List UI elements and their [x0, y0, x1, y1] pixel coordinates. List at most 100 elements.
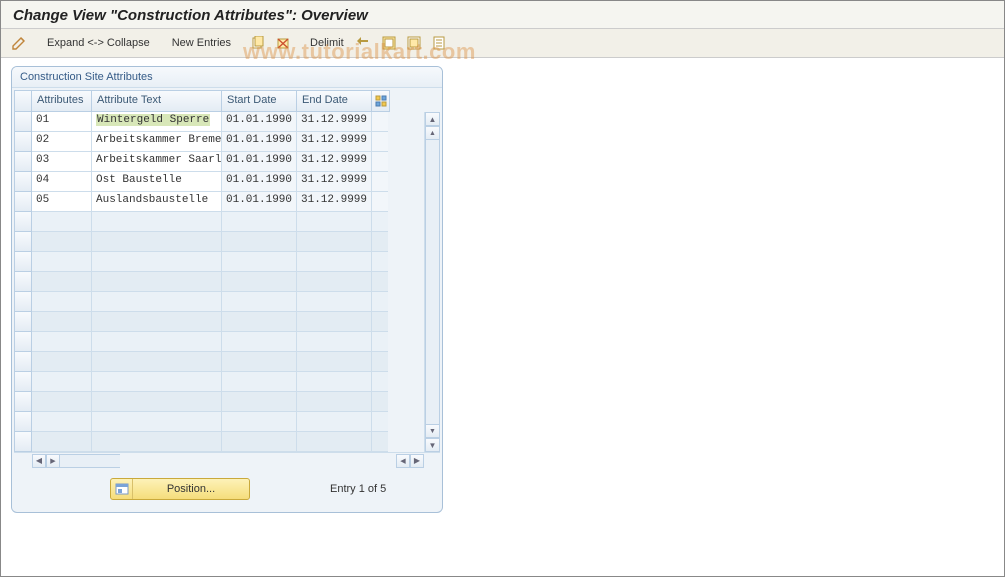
- row-selector[interactable]: [14, 332, 32, 352]
- empty-cell: [297, 392, 372, 412]
- empty-cell: [222, 212, 297, 232]
- row-selector[interactable]: [14, 432, 32, 452]
- row-selector[interactable]: [14, 192, 32, 212]
- empty-cell: [222, 292, 297, 312]
- scroll-right-step-icon[interactable]: ◀: [396, 454, 410, 468]
- undo-icon[interactable]: [353, 33, 375, 53]
- empty-cell: [372, 432, 388, 452]
- empty-cell: [297, 432, 372, 452]
- cell-attributes[interactable]: 03: [32, 152, 92, 172]
- select-all-rows[interactable]: [14, 90, 32, 112]
- empty-cell: [32, 212, 92, 232]
- row-selector[interactable]: [14, 292, 32, 312]
- cell-end-date: 31.12.9999: [297, 132, 372, 152]
- empty-cell: [222, 372, 297, 392]
- delete-icon[interactable]: [272, 33, 294, 53]
- row-selector[interactable]: [14, 152, 32, 172]
- table-row-empty: [32, 432, 440, 452]
- table-row-empty: [32, 252, 440, 272]
- table-row: 01Wintergeld Sperre01.01.199031.12.9999: [32, 112, 440, 132]
- delimit-button[interactable]: Delimit: [304, 37, 350, 49]
- table-row: 03Arbeitskammer Saarla01.01.199031.12.99…: [32, 152, 440, 172]
- col-attribute-text[interactable]: Attribute Text: [92, 90, 222, 112]
- cell-attributes[interactable]: 02: [32, 132, 92, 152]
- row-selector[interactable]: [14, 252, 32, 272]
- vertical-scrollbar[interactable]: ▲ ▲ ▼ ▼: [424, 112, 440, 452]
- row-selector[interactable]: [14, 412, 32, 432]
- col-start-date[interactable]: Start Date: [222, 90, 297, 112]
- toggle-edit-icon[interactable]: [7, 33, 31, 53]
- scroll-down-step-icon[interactable]: ▼: [425, 424, 440, 438]
- empty-cell: [32, 372, 92, 392]
- empty-cell: [372, 292, 388, 312]
- row-selector[interactable]: [14, 272, 32, 292]
- scroll-left-step-icon[interactable]: ▶: [46, 454, 60, 468]
- table-row: 04Ost Baustelle01.01.199031.12.9999: [32, 172, 440, 192]
- scroll-up-icon[interactable]: ▲: [425, 112, 440, 126]
- row-padding: [372, 112, 388, 132]
- scroll-down-icon[interactable]: ▼: [425, 438, 440, 452]
- empty-cell: [92, 372, 222, 392]
- empty-cell: [32, 412, 92, 432]
- empty-cell: [222, 272, 297, 292]
- cell-attribute-text[interactable]: Ost Baustelle: [92, 172, 222, 192]
- row-selector[interactable]: [14, 172, 32, 192]
- table-row-empty: [32, 372, 440, 392]
- table-settings-icon[interactable]: [372, 90, 390, 112]
- config-icon[interactable]: [428, 33, 450, 53]
- row-selector[interactable]: [14, 392, 32, 412]
- scroll-right-icon[interactable]: ▶: [410, 454, 424, 468]
- empty-cell: [32, 432, 92, 452]
- cell-attributes[interactable]: 04: [32, 172, 92, 192]
- cell-attributes[interactable]: 05: [32, 192, 92, 212]
- col-end-date[interactable]: End Date: [297, 90, 372, 112]
- empty-cell: [372, 352, 388, 372]
- deselect-all-icon[interactable]: [403, 33, 425, 53]
- empty-cell: [297, 252, 372, 272]
- empty-cell: [297, 272, 372, 292]
- empty-cell: [372, 412, 388, 432]
- empty-cell: [297, 292, 372, 312]
- row-selector[interactable]: [14, 352, 32, 372]
- empty-cell: [372, 232, 388, 252]
- cell-attribute-text[interactable]: Arbeitskammer Bremen: [92, 132, 222, 152]
- cell-attribute-text[interactable]: Wintergeld Sperre: [92, 112, 222, 132]
- new-entries-button[interactable]: New Entries: [166, 37, 237, 49]
- col-attributes[interactable]: Attributes: [32, 90, 92, 112]
- empty-cell: [297, 372, 372, 392]
- empty-cell: [297, 352, 372, 372]
- row-selector[interactable]: [14, 312, 32, 332]
- copy-icon[interactable]: [247, 33, 269, 53]
- empty-cell: [92, 352, 222, 372]
- cell-attributes[interactable]: 01: [32, 112, 92, 132]
- empty-cell: [92, 432, 222, 452]
- empty-cell: [372, 392, 388, 412]
- cell-start-date: 01.01.1990: [222, 172, 297, 192]
- empty-cell: [32, 232, 92, 252]
- row-selector[interactable]: [14, 112, 32, 132]
- empty-cell: [92, 332, 222, 352]
- scroll-left-icon[interactable]: ◀: [32, 454, 46, 468]
- cell-attribute-text[interactable]: Arbeitskammer Saarla: [92, 152, 222, 172]
- empty-cell: [372, 372, 388, 392]
- row-selector[interactable]: [14, 232, 32, 252]
- position-button[interactable]: Position...: [110, 478, 250, 500]
- attributes-panel: Construction Site Attributes Attributes …: [11, 66, 443, 513]
- horizontal-scrollbar[interactable]: ◀ ▶ ◀ ▶: [14, 452, 440, 468]
- empty-cell: [222, 352, 297, 372]
- table-row-empty: [32, 292, 440, 312]
- empty-cell: [222, 232, 297, 252]
- row-padding: [372, 152, 388, 172]
- empty-cell: [297, 232, 372, 252]
- scroll-up-step-icon[interactable]: ▲: [425, 126, 440, 140]
- empty-cell: [372, 252, 388, 272]
- empty-cell: [222, 412, 297, 432]
- row-selector[interactable]: [14, 132, 32, 152]
- empty-cell: [32, 352, 92, 372]
- cell-attribute-text[interactable]: Auslandsbaustelle: [92, 192, 222, 212]
- table-row-empty: [32, 312, 440, 332]
- row-selector[interactable]: [14, 212, 32, 232]
- select-all-icon[interactable]: [378, 33, 400, 53]
- expand-collapse-button[interactable]: Expand <-> Collapse: [41, 37, 156, 49]
- row-selector[interactable]: [14, 372, 32, 392]
